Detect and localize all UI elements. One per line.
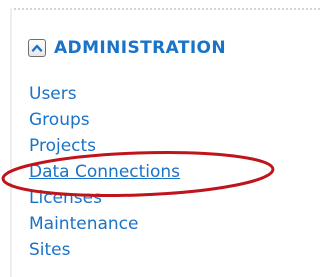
- left-divider: [10, 8, 12, 277]
- chevron-up-icon[interactable]: [28, 39, 46, 57]
- administration-panel: ADMINISTRATION Users Groups Projects Dat…: [0, 0, 323, 277]
- administration-nav: Users Groups Projects Data Connections L…: [29, 84, 180, 266]
- nav-item-projects[interactable]: Projects: [29, 136, 180, 162]
- administration-header[interactable]: ADMINISTRATION: [28, 36, 226, 60]
- top-divider: [10, 8, 320, 10]
- nav-item-data-connections[interactable]: Data Connections: [29, 162, 180, 188]
- nav-item-users[interactable]: Users: [29, 84, 180, 110]
- nav-item-sites[interactable]: Sites: [29, 240, 180, 266]
- nav-item-groups[interactable]: Groups: [29, 110, 180, 136]
- nav-item-licenses[interactable]: Licenses: [29, 188, 180, 214]
- nav-item-maintenance[interactable]: Maintenance: [29, 214, 180, 240]
- administration-title: ADMINISTRATION: [54, 38, 227, 58]
